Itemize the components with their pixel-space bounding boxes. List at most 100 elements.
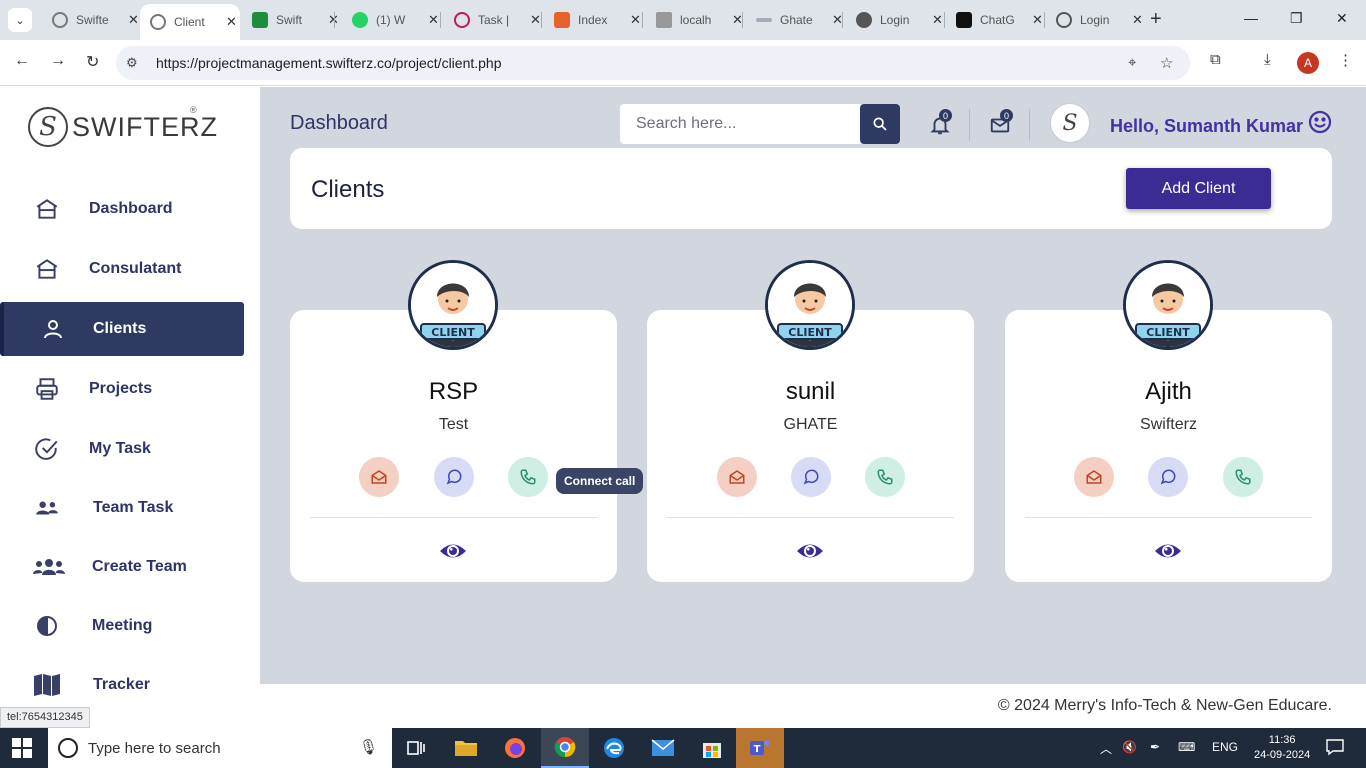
forward-icon[interactable]: → <box>50 52 66 70</box>
sidebar-item-meeting[interactable]: Meeting <box>0 599 244 653</box>
language-indicator[interactable]: ENG <box>1212 740 1238 754</box>
edge-icon[interactable] <box>590 728 638 768</box>
store-icon[interactable] <box>688 728 736 768</box>
sidebar-item-create-team[interactable]: Create Team <box>0 540 244 594</box>
card-divider <box>1025 517 1312 518</box>
close-icon[interactable]: ✕ <box>128 12 139 28</box>
browser-tab-active[interactable]: Client ✕ <box>140 4 240 40</box>
team-icon <box>32 493 62 523</box>
add-client-button[interactable]: Add Client <box>1126 168 1271 209</box>
window-close-icon[interactable]: ✕ <box>1336 10 1348 27</box>
chat-bubble-icon <box>446 469 462 485</box>
call-button[interactable] <box>865 457 905 497</box>
close-icon[interactable]: ✕ <box>1132 12 1143 28</box>
view-client-button[interactable] <box>1154 540 1182 562</box>
browser-tab[interactable]: Index ✕ <box>544 6 641 34</box>
sidebar-item-projects[interactable]: Projects <box>0 362 244 416</box>
new-tab-icon[interactable]: + <box>1150 8 1162 31</box>
view-client-button[interactable] <box>439 540 467 562</box>
user-avatar[interactable]: S <box>1050 103 1090 143</box>
chat-button[interactable] <box>791 457 831 497</box>
browser-menu-icon[interactable]: ⋮ <box>1338 51 1353 69</box>
tray-overflow-icon[interactable]: ︿ <box>1100 740 1112 757</box>
task-view-icon[interactable] <box>392 728 440 768</box>
close-icon[interactable]: ✕ <box>530 12 541 28</box>
teams-icon[interactable]: T <box>736 728 784 768</box>
reload-icon[interactable]: ↻ <box>86 52 99 72</box>
browser-tab[interactable]: Ghate ✕ <box>746 6 843 34</box>
windows-start-icon[interactable] <box>12 738 32 758</box>
extensions-icon[interactable]: ⧉ <box>1210 51 1221 68</box>
browser-tab[interactable]: (1) W ✕ <box>342 6 439 34</box>
omnibox[interactable]: ⚙ https://projectmanagement.swifterz.co/… <box>116 46 1190 80</box>
close-icon[interactable]: ✕ <box>630 12 641 28</box>
chat-button[interactable] <box>1148 457 1188 497</box>
firefox-icon[interactable] <box>491 728 539 768</box>
sidebar-item-team-task[interactable]: Team Task <box>0 481 244 535</box>
taskbar-search[interactable]: Type here to search 🎙 <box>48 728 392 768</box>
eye-icon <box>1155 544 1181 558</box>
chat-button[interactable] <box>434 457 474 497</box>
brand-logo[interactable]: S SWIFTERZ ® <box>28 105 218 147</box>
localhost-favicon-icon <box>656 12 672 28</box>
view-client-button[interactable] <box>796 540 824 562</box>
browser-tab[interactable]: Swifte ✕ <box>42 6 139 34</box>
url-text[interactable]: https://projectmanagement.swifterz.co/pr… <box>156 55 502 71</box>
download-icon[interactable]: ⤓ <box>1264 51 1271 68</box>
map-icon <box>32 670 62 700</box>
tab-separator <box>642 12 643 28</box>
user-greeting[interactable]: Hello, Sumanth Kumar <box>1110 116 1303 137</box>
sidebar-item-tracker[interactable]: Tracker <box>0 658 244 712</box>
email-button[interactable] <box>1074 457 1114 497</box>
phone-icon <box>877 469 893 485</box>
close-icon[interactable]: ✕ <box>428 12 439 28</box>
sidebar-item-consultant[interactable]: Consulatant <box>0 242 244 296</box>
sidebar-item-clients[interactable]: Clients <box>0 302 244 356</box>
eye-icon <box>440 544 466 558</box>
microphone-icon[interactable]: 🎙 <box>359 738 378 756</box>
call-button[interactable] <box>1223 457 1263 497</box>
close-icon[interactable]: ✕ <box>1032 12 1043 28</box>
tab-separator <box>842 12 843 28</box>
back-icon[interactable]: ← <box>14 52 30 70</box>
close-icon[interactable]: ✕ <box>932 12 943 28</box>
sidebar-item-my-task[interactable]: My Task <box>0 422 244 476</box>
home-icon <box>32 194 62 224</box>
search-input[interactable] <box>620 104 860 144</box>
browser-tab[interactable]: Swift ✕ <box>242 6 339 34</box>
restore-icon[interactable]: ❐ <box>1290 10 1303 27</box>
client-badge-text: CLIENT <box>788 326 832 339</box>
sheets-favicon-icon <box>252 12 268 28</box>
notification-center-icon[interactable] <box>1326 738 1344 759</box>
tab-search-button[interactable]: ⌄ <box>8 8 32 32</box>
tab-separator <box>1044 12 1045 28</box>
email-button[interactable] <box>717 457 757 497</box>
mail-app-icon[interactable] <box>639 728 687 768</box>
close-icon[interactable]: ✕ <box>226 14 237 30</box>
windows-taskbar: Type here to search 🎙 T ︿ 🔇 ✒ ⌨ ENG 11:3… <box>0 728 1366 768</box>
taskbar-clock[interactable]: 11:36 24-09-2024 <box>1254 733 1310 763</box>
browser-tab[interactable]: localh ✕ <box>646 6 743 34</box>
call-button[interactable] <box>508 457 548 497</box>
bookmark-star-icon[interactable]: ☆ <box>1160 54 1173 72</box>
browser-tab[interactable]: Task | ✕ <box>444 6 541 34</box>
client-card: CLIENT sunil GHATE <box>647 260 974 582</box>
browser-tab[interactable]: Login ✕ <box>846 6 943 34</box>
search-icon <box>58 738 78 758</box>
clock-icon <box>32 611 62 641</box>
location-icon[interactable]: ⌖ <box>1128 54 1136 71</box>
pen-icon[interactable]: ✒ <box>1150 740 1160 754</box>
ghate-favicon-icon <box>756 18 772 22</box>
chrome-icon[interactable] <box>541 728 589 768</box>
browser-tab[interactable]: Login ✕ <box>1046 6 1143 34</box>
site-info-icon[interactable]: ⚙ <box>126 55 138 71</box>
browser-tab[interactable]: ChatG ✕ <box>946 6 1043 34</box>
volume-muted-icon[interactable]: 🔇 <box>1122 740 1137 754</box>
email-button[interactable] <box>359 457 399 497</box>
file-explorer-icon[interactable] <box>442 728 490 768</box>
sidebar-item-dashboard[interactable]: Dashboard <box>0 182 244 236</box>
profile-avatar[interactable]: A <box>1297 52 1319 74</box>
search-button[interactable] <box>860 104 900 144</box>
minimize-icon[interactable]: — <box>1244 10 1258 26</box>
keyboard-icon[interactable]: ⌨ <box>1178 740 1195 754</box>
